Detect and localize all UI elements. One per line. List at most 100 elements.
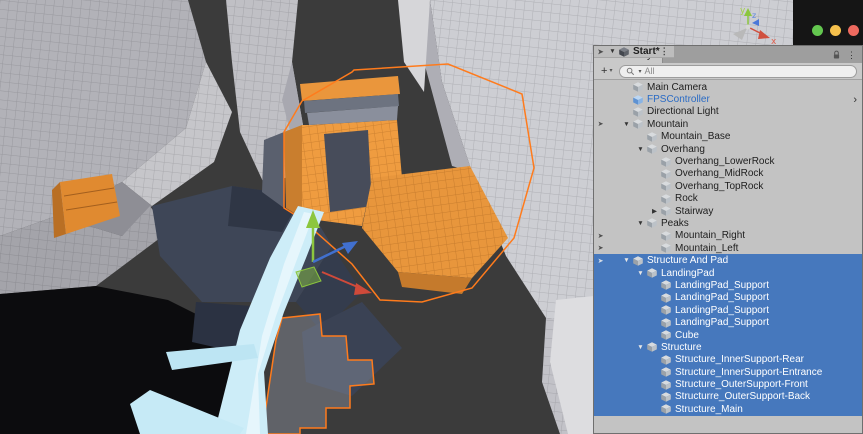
hierarchy-row-structure-outersupport-front[interactable]: Structure_OuterSupport-Front — [594, 378, 862, 390]
foldout-open-icon[interactable]: ▼ — [635, 344, 646, 351]
hierarchy-row-peaks[interactable]: ▼ Peaks — [594, 217, 862, 229]
hierarchy-row-landingpad-support[interactable]: LandingPad_Support — [594, 304, 862, 316]
gameobject-icon — [660, 205, 672, 217]
hierarchy-row-structure-main[interactable]: Structure_Main — [594, 403, 862, 415]
panel-menu-icon[interactable]: ⋮ — [847, 50, 856, 61]
hierarchy-item-label: Structure_Main — [675, 404, 743, 415]
hierarchy-item-label: Mountain_Left — [675, 243, 738, 254]
indent-spacer — [607, 87, 621, 88]
foldout-open-icon[interactable]: ▼ — [621, 121, 632, 128]
gameobject-icon — [660, 242, 672, 254]
add-button-label: + — [601, 66, 607, 77]
gameobject-icon — [632, 118, 644, 130]
hierarchy-item-label: Overhang_LowerRock — [675, 156, 775, 167]
hierarchy-row-structure[interactable]: ▼ Structure — [594, 341, 862, 353]
indent-spacer — [607, 198, 649, 199]
axis-label-y: y — [740, 6, 746, 16]
hierarchy-row-mountain[interactable]: ➤ ▼ Mountain — [594, 118, 862, 130]
hierarchy-item-label: Structurre_OuterSupport-Back — [675, 391, 810, 402]
hierarchy-item-label: LandingPad_Support — [675, 317, 769, 328]
hierarchy-item-label: Peaks — [661, 218, 689, 229]
hierarchy-item-label: Mountain — [647, 119, 688, 130]
axis-gizmo-center[interactable] — [746, 25, 751, 30]
hierarchy-row-cube[interactable]: Cube — [594, 329, 862, 341]
hierarchy-row-landingpad[interactable]: ▼ LandingPad — [594, 267, 862, 279]
indent-spacer — [607, 384, 649, 385]
indent-spacer — [607, 310, 649, 311]
hierarchy-row-overhang-lowerrock[interactable]: Overhang_LowerRock — [594, 155, 862, 167]
foldout-closed-icon[interactable]: ▶ — [649, 207, 660, 215]
indent-spacer — [607, 136, 635, 137]
foldout-open-icon[interactable]: ▼ — [635, 146, 646, 153]
search-placeholder: All — [644, 66, 654, 76]
window-control-green[interactable] — [812, 25, 823, 36]
hierarchy-row-structure-and-pad[interactable]: ➤▼Structure And Pad — [594, 254, 862, 266]
hierarchy-item-label: Overhang_TopRock — [675, 181, 763, 192]
hierarchy-row-fpscontroller[interactable]: FPSController › — [594, 93, 862, 105]
hierarchy-row-stairway[interactable]: ▶Stairway — [594, 205, 862, 217]
indent-spacer — [607, 335, 649, 336]
indent-spacer — [607, 347, 635, 348]
hierarchy-item-label: Rock — [675, 193, 698, 204]
gameobject-icon — [646, 131, 658, 143]
foldout-open-icon[interactable]: ▼ — [635, 220, 646, 227]
hierarchy-row-landingpad-support[interactable]: LandingPad_Support — [594, 279, 862, 291]
indent-spacer — [607, 409, 649, 410]
add-gameobject-button[interactable]: + ▾ — [597, 66, 616, 77]
gameobject-icon — [660, 230, 672, 242]
picking-toggle-icon[interactable]: ➤ — [594, 232, 607, 240]
hierarchy-row-mountain-right[interactable]: ➤Mountain_Right — [594, 230, 862, 242]
hierarchy-item-label: Structure_InnerSupport-Rear — [675, 354, 804, 365]
indent-spacer — [607, 223, 635, 224]
gameobject-icon — [660, 354, 672, 366]
hierarchy-row-overhang[interactable]: ▼ Overhang — [594, 143, 862, 155]
indent-spacer — [607, 161, 649, 162]
hierarchy-row-mountain-left[interactable]: ➤ Mountain_Left — [594, 242, 862, 254]
hierarchy-row-overhang-midrock[interactable]: Overhang_MidRock — [594, 168, 862, 180]
window-control-yellow[interactable] — [830, 25, 841, 36]
picking-toggle-icon[interactable]: ➤ — [594, 257, 607, 265]
hierarchy-row-directional-light[interactable]: Directional Light — [594, 106, 862, 118]
hierarchy-item-label: FPSController — [647, 94, 710, 105]
gameobject-icon — [660, 366, 672, 378]
gameobject-icon — [632, 255, 644, 267]
unity-editor-window: y z x ≡ Hierarchy ⋮ + ▾ — [0, 0, 863, 434]
indent-spacer — [607, 297, 649, 298]
hierarchy-item-label: Directional Light — [647, 106, 719, 117]
hierarchy-item-label: Structure_InnerSupport-Entrance — [675, 367, 822, 378]
gameobject-icon — [646, 143, 658, 155]
gameobject-icon — [660, 193, 672, 205]
indent-spacer — [607, 173, 649, 174]
prefab-open-chevron-icon[interactable]: › — [853, 95, 862, 105]
hierarchy-row-structure-innersupport-rear[interactable]: Structure_InnerSupport-Rear — [594, 354, 862, 366]
foldout-open-icon[interactable]: ▼ — [621, 257, 632, 264]
hierarchy-item-label: LandingPad — [661, 268, 714, 279]
prefab-icon — [632, 94, 644, 106]
hierarchy-row-landingpad-support[interactable]: LandingPad_Support — [594, 292, 862, 304]
hierarchy-item-label: Structure — [661, 342, 702, 353]
gameobject-icon — [660, 304, 672, 316]
hierarchy-item-label: Overhang — [661, 144, 705, 155]
search-input[interactable]: ▾ All — [619, 65, 857, 78]
gameobject-icon — [660, 168, 672, 180]
hierarchy-row-structure-innersupport-entrance[interactable]: Structure_InnerSupport-Entrance — [594, 366, 862, 378]
picking-toggle-icon[interactable]: ➤ — [594, 120, 607, 128]
lock-icon[interactable] — [832, 50, 841, 60]
hierarchy-row-structurre-outersupport-back[interactable]: Structurre_OuterSupport-Back — [594, 391, 862, 403]
hierarchy-row-mountain-base[interactable]: Mountain_Base — [594, 131, 862, 143]
hierarchy-item-label: LandingPad_Support — [675, 305, 769, 316]
hierarchy-row-overhang-toprock[interactable]: Overhang_TopRock — [594, 180, 862, 192]
window-control-red[interactable] — [848, 25, 859, 36]
indent-spacer — [607, 396, 649, 397]
gameobject-icon — [660, 379, 672, 391]
indent-spacer — [607, 211, 649, 212]
hierarchy-row-rock[interactable]: Rock — [594, 193, 862, 205]
indent-spacer — [607, 372, 649, 373]
hierarchy-row-landingpad-support[interactable]: LandingPad_Support — [594, 316, 862, 328]
window-chrome-strip — [793, 0, 863, 46]
indent-spacer — [607, 285, 649, 286]
foldout-open-icon[interactable]: ▼ — [635, 270, 646, 277]
hierarchy-row-main-camera[interactable]: Main Camera — [594, 81, 862, 93]
indent-spacer — [607, 273, 635, 274]
picking-toggle-icon[interactable]: ➤ — [594, 244, 607, 252]
